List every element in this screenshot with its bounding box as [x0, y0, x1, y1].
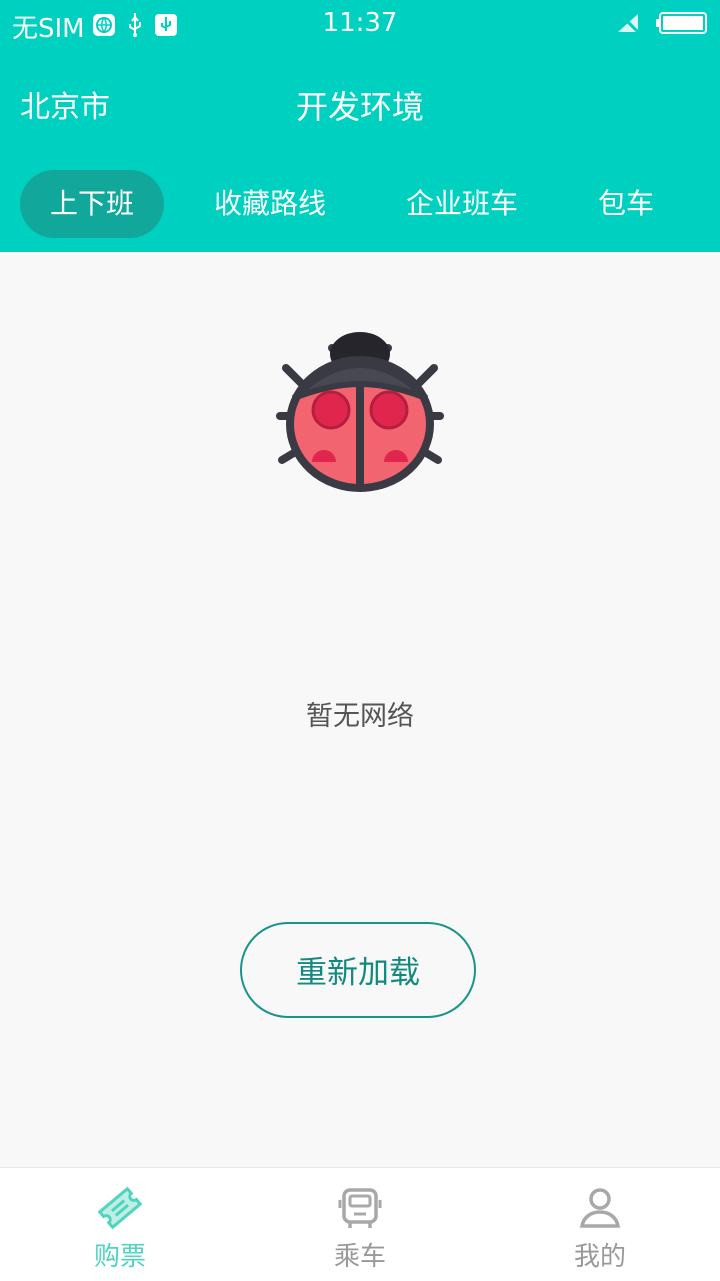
- bus-icon: [336, 1184, 384, 1232]
- status-bar: 无SIM 11:37: [0, 0, 720, 52]
- status-icons-right: [616, 12, 708, 38]
- clock: 11:37: [322, 8, 398, 38]
- top-bar: 无SIM 11:37 北京市 开发环境 上下班 收藏路线 企业班车 包车: [0, 0, 720, 252]
- nav-item-tickets[interactable]: 购票: [0, 1168, 240, 1281]
- tab-bar: 上下班 收藏路线 企业班车 包车: [0, 170, 720, 238]
- nav-item-profile[interactable]: 我的: [480, 1168, 720, 1281]
- battery-icon: [654, 12, 708, 38]
- ladybug-icon: [270, 312, 450, 492]
- tab-corporate-shuttle[interactable]: 企业班车: [392, 170, 532, 238]
- nav-label-ride: 乘车: [333, 1242, 386, 1272]
- tab-commute[interactable]: 上下班: [20, 170, 164, 238]
- no-signal-icon: [616, 12, 640, 38]
- nav-item-ride[interactable]: 乘车: [240, 1168, 480, 1281]
- user-icon: [576, 1184, 624, 1232]
- empty-message: 暂无网络: [306, 701, 414, 732]
- nav-label-tickets: 购票: [93, 1242, 146, 1272]
- bottom-nav: 购票 乘车 我的: [0, 1167, 720, 1281]
- page-title: 开发环境: [295, 88, 424, 126]
- tab-saved-routes[interactable]: 收藏路线: [200, 170, 340, 238]
- reload-button[interactable]: 重新加载: [240, 922, 476, 1018]
- ticket-icon: [96, 1184, 144, 1232]
- tab-charter[interactable]: 包车: [586, 170, 666, 238]
- nav-label-profile: 我的: [573, 1242, 626, 1272]
